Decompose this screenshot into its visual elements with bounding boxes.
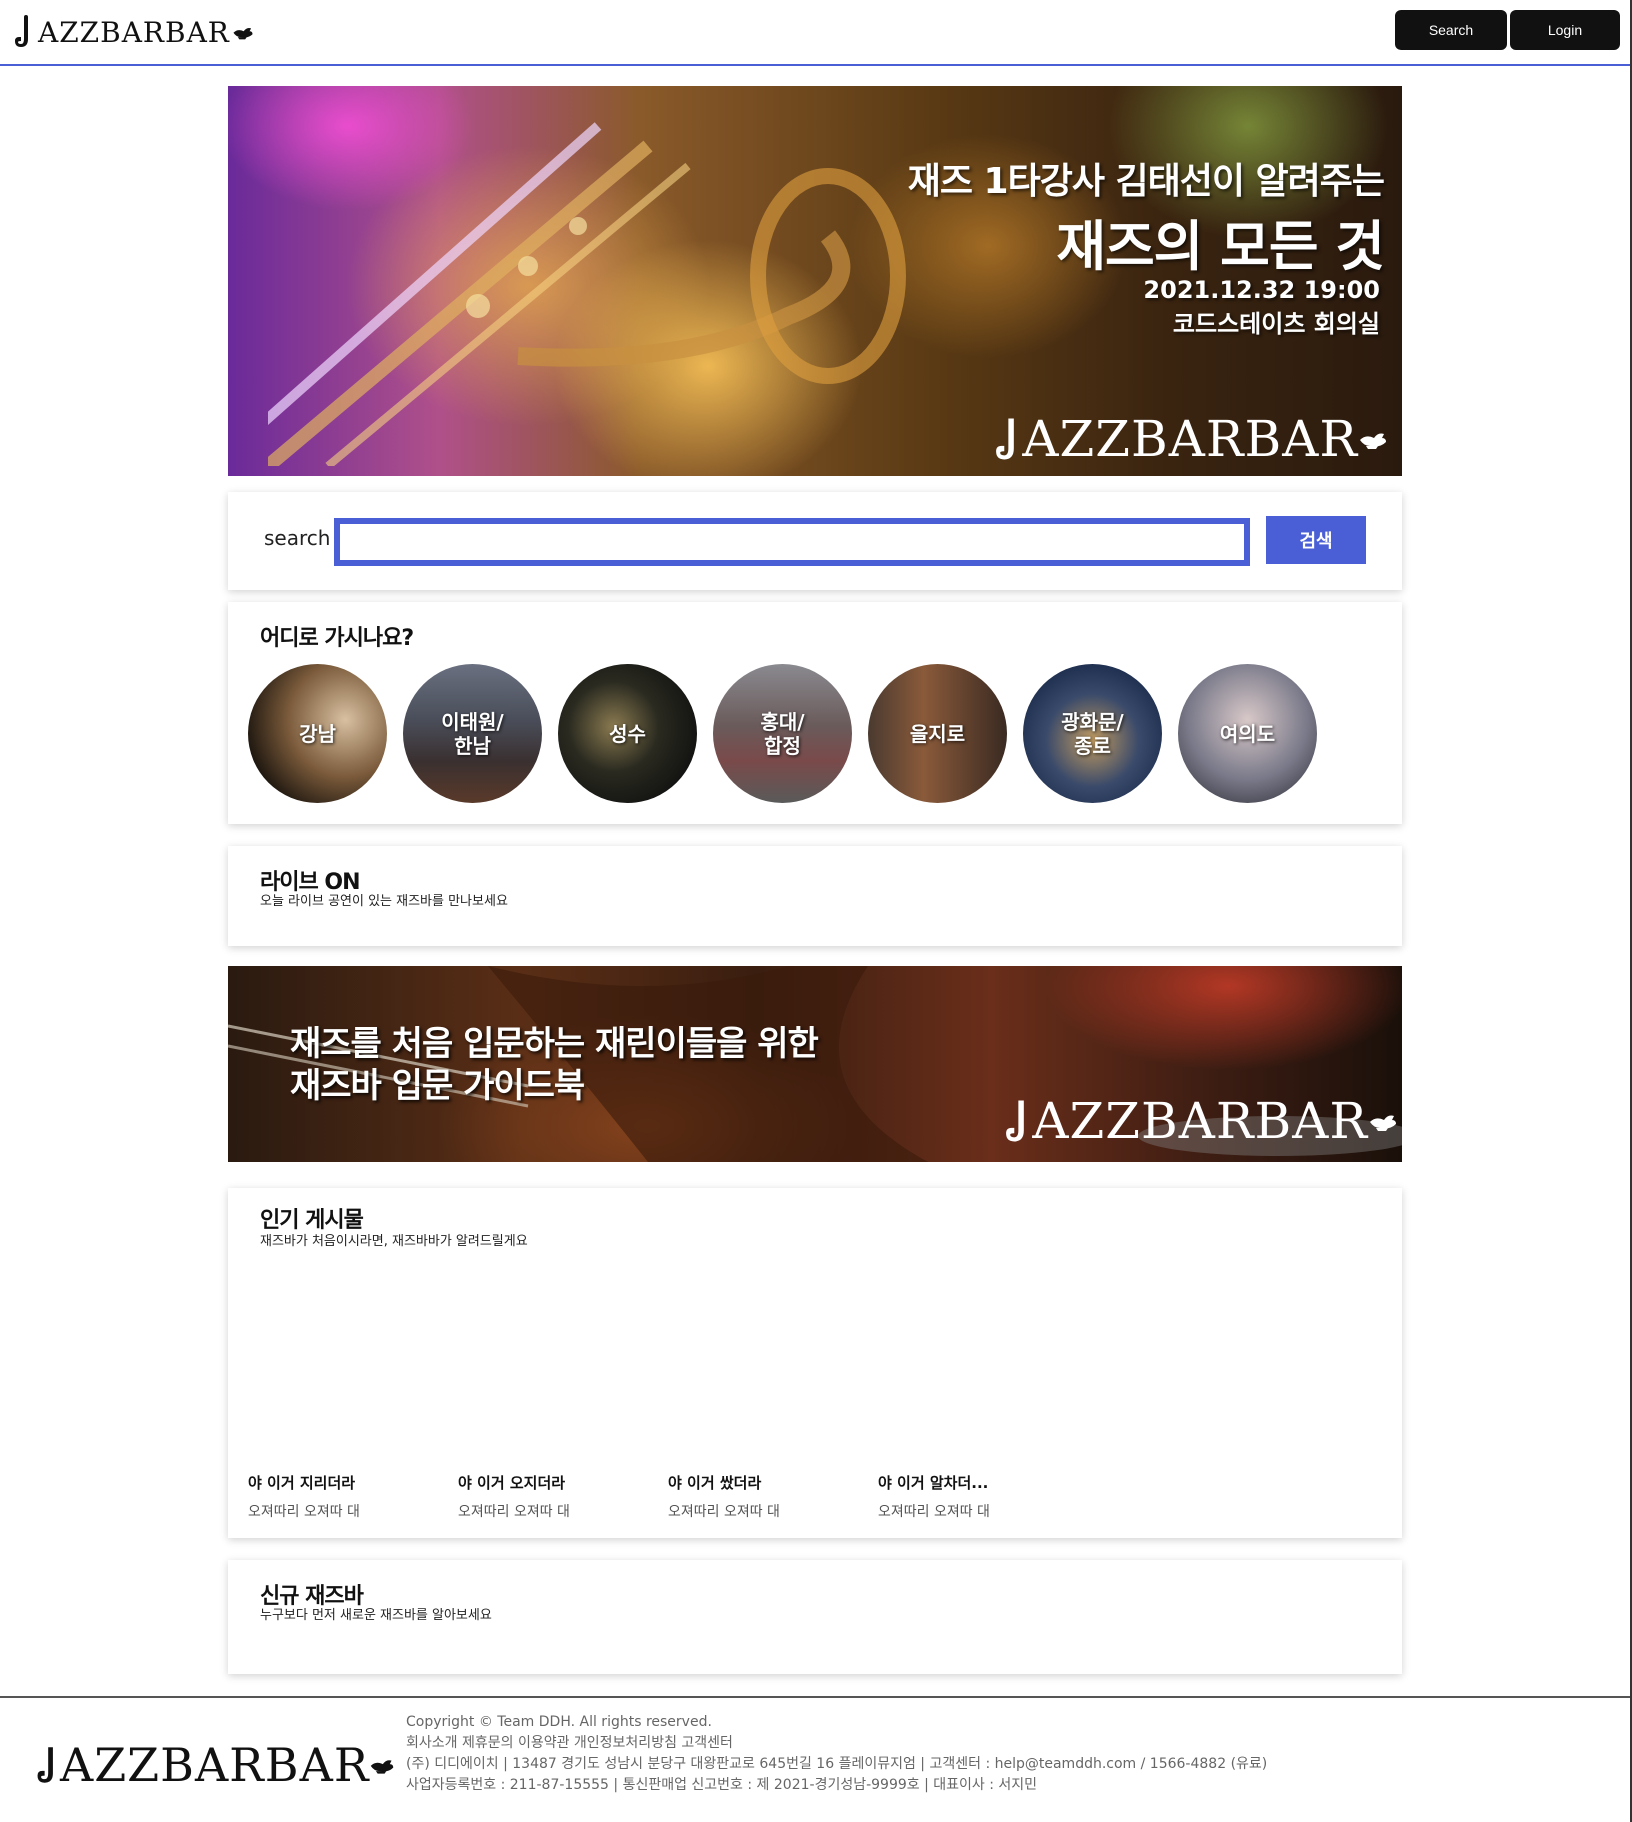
region-card: 어디로 가시나요? 강남 이태원/ 한남 성수 홍대/ 합정 을지로 광화문/ …	[228, 602, 1402, 824]
guide-banner[interactable]: 재즈를 처음 입문하는 재린이들을 위한 재즈바 입문 가이드북 AZZBARB…	[228, 966, 1402, 1162]
post-desc: 오져따리 오져따 대	[668, 1504, 780, 1520]
region-label: 강남	[299, 721, 336, 746]
region-gangnam[interactable]: 강남	[248, 664, 387, 803]
hero-place: 코드스테이츠 회의실	[1172, 310, 1380, 338]
footer-address: (주) 디디에이치 | 13487 경기도 성남시 분당구 대왕판교로 645번…	[406, 1756, 1268, 1772]
footer-registration: 사업자등록번호 : 211-87-15555 | 통신판매업 신고번호 : 제 …	[406, 1777, 1038, 1793]
hero-date: 2021.12.32 19:00	[1143, 276, 1380, 304]
post-item[interactable]: 야 이거 알차더... 오져따리 오져따 대	[878, 1472, 1088, 1521]
hero-headline-2: 재즈의 모든 것	[1056, 215, 1385, 278]
live-subtitle: 오늘 라이브 공연이 있는 재즈바를 만나보세요	[260, 894, 508, 909]
post-desc: 오져따리 오져따 대	[458, 1504, 570, 1520]
search-label: search	[264, 526, 331, 550]
search-submit-button[interactable]: 검색	[1266, 516, 1366, 564]
saxophone-photo	[268, 122, 906, 466]
lamp-icon	[371, 1760, 394, 1774]
region-gwanghwamun-jongno[interactable]: 광화문/ 종로	[1023, 664, 1162, 803]
region-title: 어디로 가시나요?	[260, 626, 414, 651]
saxophone-icon	[996, 418, 1015, 460]
footer-links[interactable]: 회사소개 제휴문의 이용약관 개인정보처리방침 고객센터	[406, 1733, 1267, 1754]
hero-headline-1: 재즈 1타강사 김태선이 알려주는	[907, 161, 1385, 202]
post-title: 야 이거 지리더라	[248, 1474, 356, 1492]
guide-logo: AZZBARBAR	[1002, 1092, 1398, 1150]
region-itaewon-hannam[interactable]: 이태원/ 한남	[403, 664, 542, 803]
region-label: 홍대/ 합정	[760, 709, 805, 758]
post-item[interactable]: 야 이거 지리더라 오져따리 오져따 대	[248, 1472, 458, 1521]
popular-subtitle: 재즈바가 처음이시라면, 재즈바바가 알려드릴게요	[260, 1234, 528, 1249]
hero-banner[interactable]: 재즈 1타강사 김태선이 알려주는 재즈의 모든 것 2021.12.32 19…	[228, 86, 1402, 476]
footer: AZZBARBAR Copyright © Team DDH. All righ…	[0, 1696, 1630, 1822]
footer-logo[interactable]: AZZBARBAR	[34, 1738, 395, 1792]
region-label: 여의도	[1219, 721, 1276, 746]
region-label: 이태원/ 한남	[441, 709, 504, 758]
post-item[interactable]: 야 이거 오지더라 오져따리 오져따 대	[458, 1472, 668, 1521]
search-input[interactable]	[334, 518, 1250, 566]
live-card: 라이브 ON 오늘 라이브 공연이 있는 재즈바를 만나보세요	[228, 846, 1402, 946]
region-label: 을지로	[909, 721, 966, 746]
header-logo[interactable]: AZZBARBAR	[12, 8, 254, 56]
post-item[interactable]: 야 이거 쌌더라 오져따리 오져따 대	[668, 1472, 878, 1521]
region-label: 성수	[609, 721, 646, 746]
saxophone-icon	[37, 1747, 53, 1783]
post-title: 야 이거 오지더라	[458, 1474, 566, 1492]
header-search-button[interactable]: Search	[1395, 10, 1507, 50]
hero-logo-text: AZZBARBAR	[1022, 410, 1358, 468]
popular-card: 인기 게시물 재즈바가 처음이시라면, 재즈바바가 알려드릴게요 야 이거 지리…	[228, 1188, 1402, 1538]
lamp-icon	[233, 27, 253, 40]
region-list: 강남 이태원/ 한남 성수 홍대/ 합정 을지로 광화문/ 종로 여의도	[248, 664, 1317, 803]
saxophone-icon	[1006, 1100, 1025, 1142]
post-desc: 오져따리 오져따 대	[248, 1504, 360, 1520]
post-title: 야 이거 알차더...	[878, 1474, 989, 1492]
lamp-icon	[1360, 433, 1386, 449]
new-bars-card: 신규 재즈바 누구보다 먼저 새로운 재즈바를 알아보세요	[228, 1560, 1402, 1674]
footer-info: Copyright © Team DDH. All rights reserve…	[406, 1712, 1267, 1796]
region-seongsu[interactable]: 성수	[558, 664, 697, 803]
top-header: AZZBARBAR Search Login	[0, 0, 1630, 66]
region-yeouido[interactable]: 여의도	[1178, 664, 1317, 803]
guide-headline-2: 재즈바 입문 가이드북	[290, 1066, 585, 1106]
new-bars-subtitle: 누구보다 먼저 새로운 재즈바를 알아보세요	[260, 1608, 492, 1623]
footer-copyright: Copyright © Team DDH. All rights reserve…	[406, 1714, 712, 1730]
hero-logo: AZZBARBAR	[992, 410, 1388, 468]
region-label: 광화문/ 종로	[1061, 709, 1124, 758]
logo-text: AZZBARBAR	[38, 15, 230, 49]
region-euljiro[interactable]: 을지로	[868, 664, 1007, 803]
post-list: 야 이거 지리더라 오져따리 오져따 대 야 이거 오지더라 오져따리 오져따 …	[248, 1472, 1088, 1521]
header-login-button[interactable]: Login	[1510, 10, 1620, 50]
post-desc: 오져따리 오져따 대	[878, 1504, 990, 1520]
region-hongdae-hapjeong[interactable]: 홍대/ 합정	[713, 664, 852, 803]
search-card: search 검색	[228, 492, 1402, 590]
post-title: 야 이거 쌌더라	[668, 1474, 762, 1492]
saxophone-icon	[15, 15, 28, 47]
lamp-icon	[1370, 1115, 1396, 1131]
guide-logo-text: AZZBARBAR	[1032, 1092, 1368, 1150]
footer-logo-text: AZZBARBAR	[60, 1738, 370, 1792]
